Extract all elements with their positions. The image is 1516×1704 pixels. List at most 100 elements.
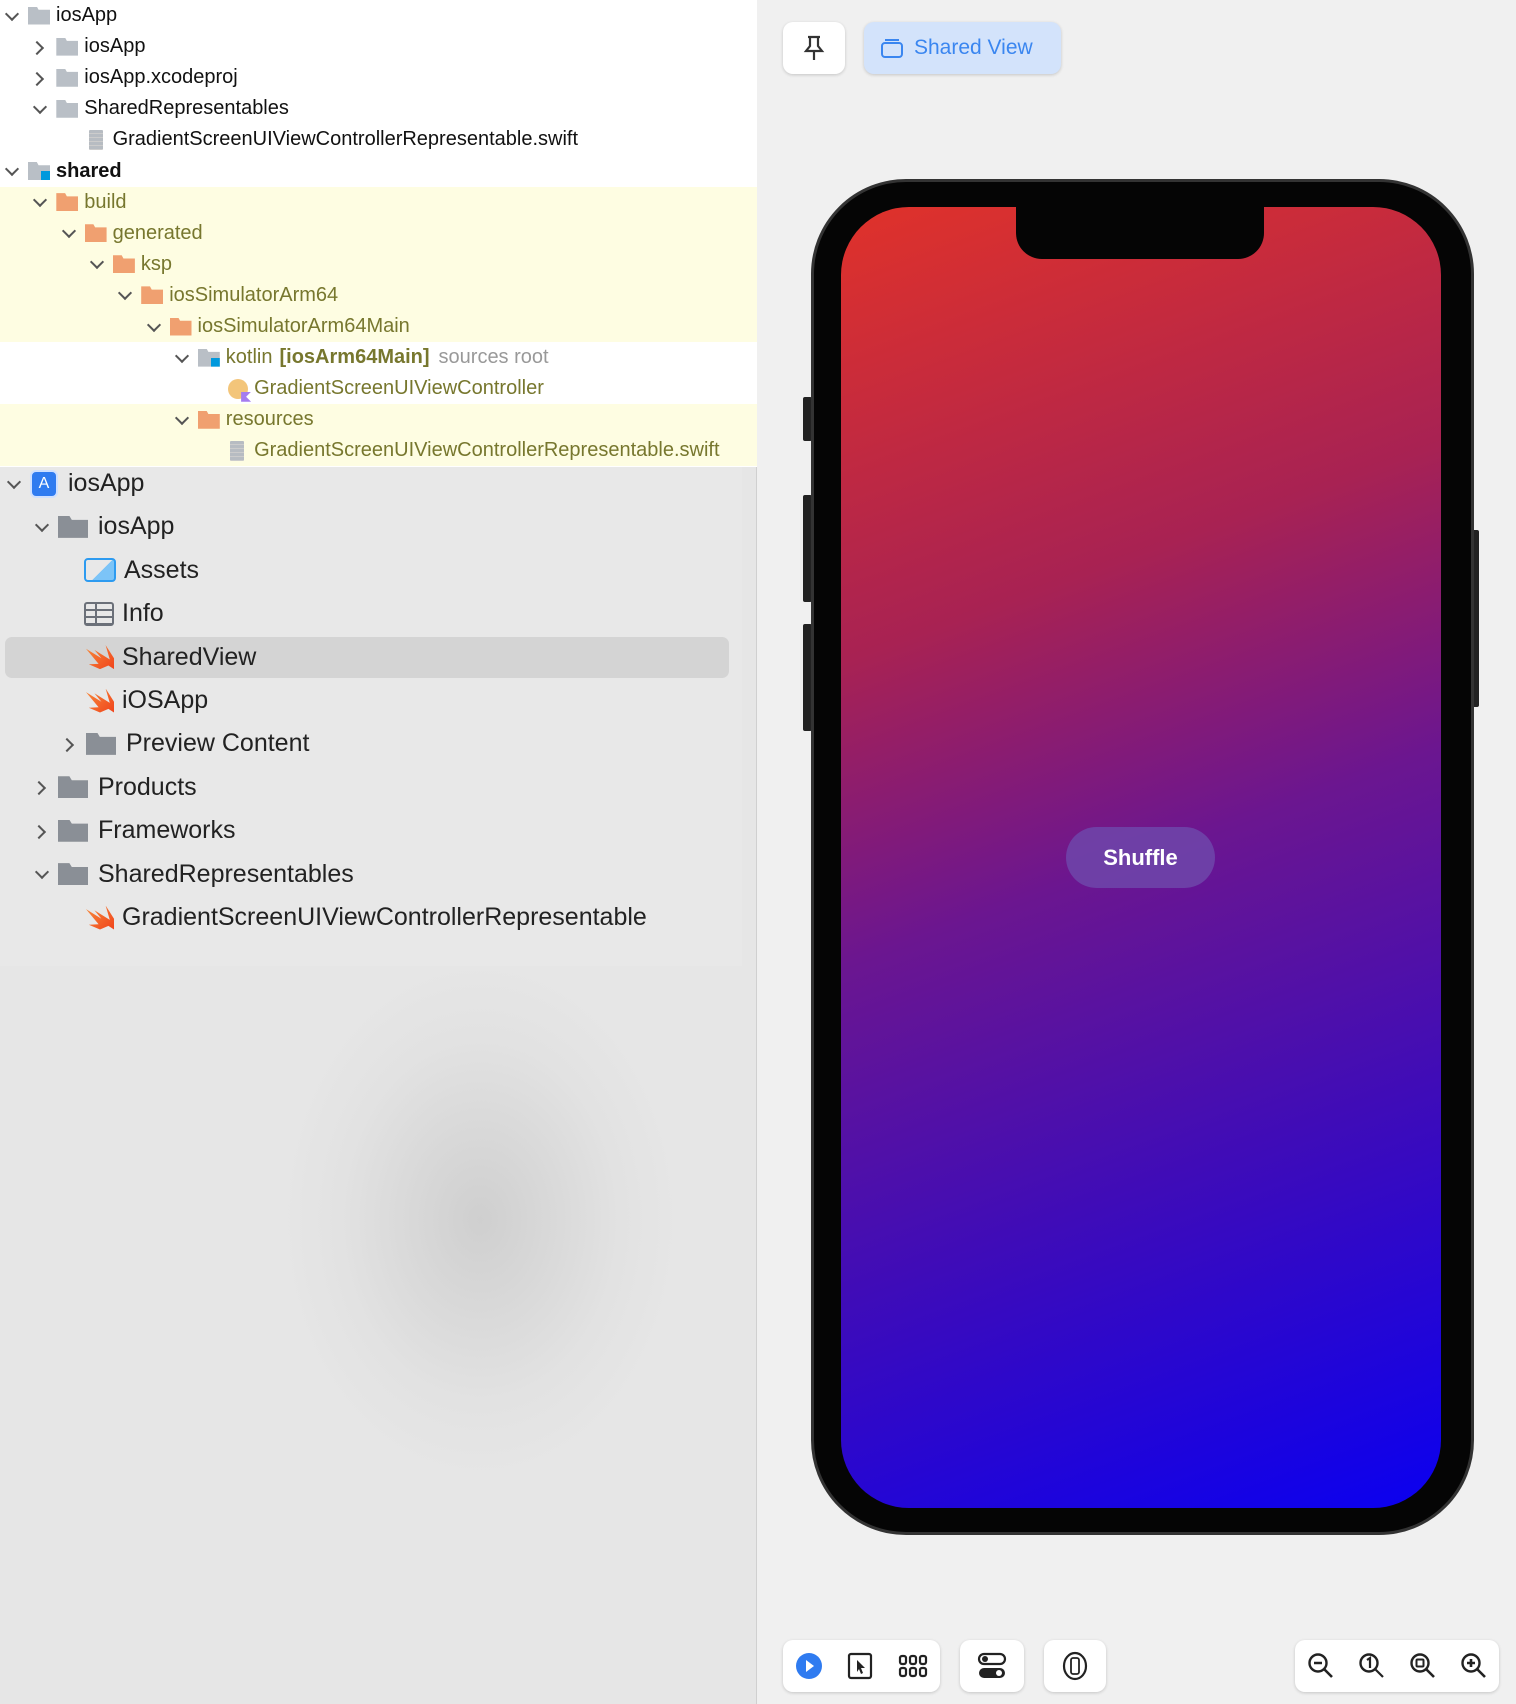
lxproj-icon: A <box>30 469 58 498</box>
tree-item-label: shared <box>56 159 122 182</box>
zoom-out-icon[interactable] <box>1307 1652 1335 1680</box>
chevron-down-icon[interactable] <box>174 350 190 366</box>
tree-item-label: iosSimulatorArm64 <box>169 283 339 306</box>
folder-orange-icon <box>197 410 220 429</box>
zoom-100-icon[interactable] <box>1358 1652 1386 1680</box>
folder-gray-icon <box>56 68 79 87</box>
tree-item-label: iosSimulatorArm64Main <box>197 315 410 337</box>
pin-button[interactable] <box>783 22 845 74</box>
folder-orange-icon <box>169 317 192 336</box>
tree-item-label: kotlin <box>225 346 273 369</box>
sources-root-note: sources root <box>438 346 549 369</box>
folder-module-icon <box>28 162 50 180</box>
lswift-icon <box>86 645 114 670</box>
tree-item-label: GradientScreenUIViewControllerRepresenta… <box>112 128 579 151</box>
navigator-item[interactable]: Assets <box>0 549 742 592</box>
navigator-item[interactable]: Preview Content <box>0 722 742 765</box>
navigator-item-label: Products <box>98 772 197 801</box>
chevron-down-icon[interactable] <box>6 476 22 492</box>
navigator-item-label: SharedRepresentables <box>98 859 354 888</box>
tree-item[interactable]: SharedRepresentables <box>0 93 757 124</box>
navigator-item-label: iosApp <box>98 512 175 541</box>
navigator-item[interactable]: iosApp <box>0 505 742 548</box>
tree-item-label: build <box>84 190 127 213</box>
lswift-icon <box>86 905 114 930</box>
tree-item[interactable]: iosApp <box>0 31 757 62</box>
navigator-item[interactable]: iOSApp <box>0 679 742 722</box>
navigator-item[interactable]: Info <box>0 592 742 635</box>
source-set-tag: [iosArm64Main] <box>279 346 430 369</box>
pin-icon <box>803 35 825 60</box>
navigator-item[interactable]: SharedView <box>0 636 742 679</box>
chevron-down-icon[interactable] <box>32 194 48 210</box>
shuffle-button[interactable]: Shuffle <box>1066 827 1215 888</box>
folder-module-icon <box>197 348 220 367</box>
variants-grid-icon[interactable] <box>898 1654 928 1678</box>
chevron-down-icon[interactable] <box>174 412 190 428</box>
lf-icon <box>58 863 88 886</box>
device-notch <box>1016 200 1264 259</box>
tree-item[interactable]: shared <box>0 156 757 187</box>
lf-icon <box>58 776 88 799</box>
chevron-down-icon[interactable] <box>117 287 133 303</box>
chevron-down-icon[interactable] <box>146 319 162 335</box>
chevron-down-icon[interactable] <box>89 256 105 272</box>
navigator-item[interactable]: Frameworks <box>0 809 742 852</box>
xcode-navigator: AiosApp iosApp Assets Info SharedView iOSApp P… <box>0 467 742 966</box>
folder-orange-icon <box>141 286 164 305</box>
chevron-right-icon[interactable] <box>32 70 48 86</box>
tree-item[interactable]: ksp <box>0 248 757 280</box>
folder-orange-icon <box>56 193 79 212</box>
folder-orange-icon <box>84 224 107 243</box>
chevron-down-icon[interactable] <box>32 101 48 117</box>
navigator-item-label: Preview Content <box>126 729 310 758</box>
tree-item-label: iosApp <box>56 4 118 26</box>
navigator-item[interactable]: Products <box>0 766 742 809</box>
shared-view-label: Shared View <box>914 36 1033 59</box>
tree-item[interactable]: iosApp <box>0 0 757 31</box>
chevron-down-icon[interactable] <box>61 225 77 241</box>
tree-item[interactable]: iosSimulatorArm64Main <box>0 311 757 342</box>
tree-item-label: GradientScreenUIViewControllerRepresenta… <box>254 439 720 462</box>
canvas-settings-button[interactable] <box>960 1640 1024 1692</box>
tree-item[interactable]: iosApp.xcodeproj <box>0 62 757 93</box>
navigator-item-label: iOSApp <box>122 686 209 714</box>
kclass-icon <box>228 378 249 399</box>
shared-view-button[interactable]: Shared View <box>864 22 1061 74</box>
tree-item[interactable]: GradientScreenUIViewController <box>0 373 757 404</box>
tree-item[interactable]: iosSimulatorArm64 <box>0 279 757 311</box>
navigator-item[interactable]: SharedRepresentables <box>0 853 742 896</box>
navigator-item-label: Info <box>122 599 164 628</box>
tree-item-label: generated <box>112 221 203 244</box>
chevron-down-icon[interactable] <box>34 519 50 535</box>
navigator-item[interactable]: GradientScreenUIViewControllerRepresenta… <box>0 896 742 939</box>
zoom-in-icon[interactable] <box>1460 1652 1488 1680</box>
chevron-right-icon[interactable] <box>34 823 50 839</box>
navigator-item-label: GradientScreenUIViewControllerRepresenta… <box>122 903 647 931</box>
selectable-icon[interactable] <box>847 1652 873 1680</box>
zoom-fit-icon[interactable] <box>1409 1652 1437 1680</box>
device-settings-button[interactable] <box>1044 1640 1106 1692</box>
preview-stack-icon <box>881 39 903 58</box>
file-doc-icon <box>88 129 103 150</box>
preview-mode-group <box>783 1640 940 1692</box>
chevron-down-icon[interactable] <box>4 8 20 24</box>
device-icon <box>1062 1651 1088 1681</box>
tree-item[interactable]: build <box>0 186 757 218</box>
chevron-right-icon[interactable] <box>62 736 78 752</box>
lf-icon <box>86 732 116 755</box>
tree-item-label: resources <box>225 408 314 431</box>
chevron-down-icon[interactable] <box>34 866 50 882</box>
chevron-right-icon[interactable] <box>34 779 50 795</box>
tree-item-label: GradientScreenUIViewController <box>254 377 544 400</box>
tree-item[interactable]: kotlin [iosArm64Main] sources root <box>0 342 757 373</box>
navigator-item[interactable]: AiosApp <box>0 462 742 505</box>
chevron-right-icon[interactable] <box>32 39 48 55</box>
tree-item[interactable]: GradientScreenUIViewControllerRepresenta… <box>0 124 757 155</box>
project-navigator-panel: iosApp iosApp iosApp.xcodeproj SharedRepres… <box>0 0 757 1704</box>
chevron-down-icon[interactable] <box>4 163 20 179</box>
tree-item[interactable]: generated <box>0 217 757 249</box>
tree-item-label: iosApp <box>84 35 146 58</box>
tree-item[interactable]: resources <box>0 404 757 436</box>
live-preview-icon[interactable] <box>795 1652 823 1680</box>
